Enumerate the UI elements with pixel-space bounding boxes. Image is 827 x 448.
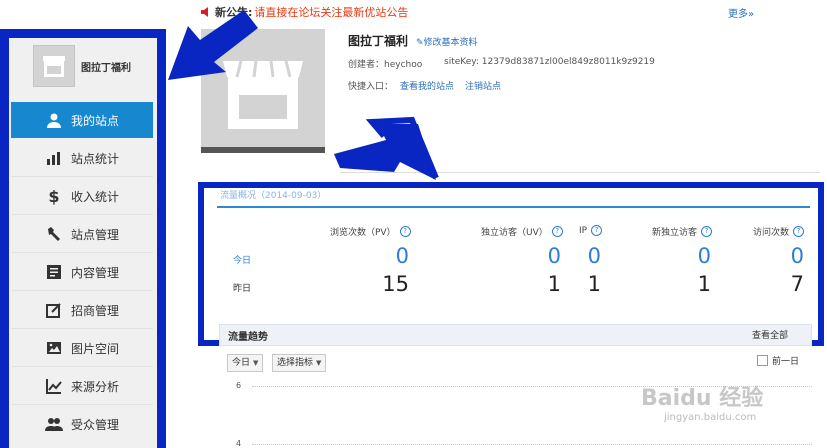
sidebar-site-header: 图拉丁福利 [9, 38, 157, 102]
column-header-visits: 访问次数? [753, 225, 805, 238]
sidebar-item-label: 站点管理 [71, 227, 120, 242]
caret-down-icon: ▼ [316, 359, 322, 367]
metric-select[interactable]: 选择指标 ▼ [272, 354, 327, 372]
watermark-logo: Baidu 经验 [641, 386, 764, 411]
help-icon[interactable]: ? [591, 225, 603, 236]
sidebar-item-audience-management[interactable]: 受众管理 [11, 406, 153, 442]
help-icon[interactable]: ? [701, 226, 713, 237]
shortcut-label: 快捷入口： [348, 82, 394, 92]
sidebar-item-ads-management[interactable]: 招商管理 [11, 292, 153, 329]
wrench-icon [45, 225, 63, 243]
trend-header [219, 324, 812, 346]
sidebar-item-income-stats[interactable]: $ 收入统计 [11, 178, 153, 215]
stats-top-border [217, 206, 810, 208]
announcement-label: 新公告: [215, 6, 253, 19]
yesterday-pv: 15 [382, 272, 409, 296]
sidebar-item-site-stats[interactable]: 站点统计 [11, 140, 153, 177]
help-icon[interactable]: ? [399, 226, 411, 237]
day-select-value: 今日 [232, 358, 251, 368]
trend-title: 流量趋势 [228, 332, 268, 343]
more-link[interactable]: 更多» [728, 5, 754, 20]
yesterday-new-visitors: 1 [697, 272, 711, 296]
sidebar-site-name: 图拉丁福利 [81, 63, 131, 74]
image-icon [45, 339, 63, 357]
column-header-label: 独立访客（UV） [481, 228, 548, 238]
dollar-icon: $ [48, 186, 60, 206]
store-icon [223, 60, 303, 129]
sitekey-text: siteKey: 12379d83871zl00el849z8011k9z921… [444, 57, 655, 67]
sidebar-item-label: 招商管理 [71, 303, 120, 318]
today-new-visitors: 0 [697, 244, 711, 268]
view-my-site-link[interactable]: 查看我的站点 [400, 79, 454, 92]
trend-line-icon [45, 377, 63, 395]
today-pv: 0 [395, 244, 409, 268]
watermark-url: jingyan.baidu.com [664, 412, 757, 423]
speaker-icon [201, 7, 208, 17]
column-header-label: 访问次数 [753, 228, 790, 238]
pencil-icon: ✎ [416, 38, 424, 48]
prev-day-label: 前一日 [772, 357, 800, 367]
edit-profile-label: 修改基本资料 [423, 38, 478, 48]
sidebar-item-content-management[interactable]: 内容管理 [11, 254, 153, 291]
column-header-label: IP [579, 225, 588, 236]
document-icon [45, 263, 63, 281]
sidebar-item-label: 受众管理 [71, 417, 120, 432]
help-icon[interactable]: ? [793, 226, 805, 237]
view-all-link[interactable]: 查看全部 [752, 328, 788, 341]
checkbox[interactable] [757, 355, 768, 366]
column-header-ip: IP? [579, 225, 603, 236]
sidebar-item-label: 来源分析 [71, 379, 120, 394]
sidebar-item-label: 内容管理 [71, 265, 120, 280]
column-header-label: 新独立访客 [652, 228, 698, 238]
sidebar-item-label: 我的站点 [71, 113, 120, 128]
row-label-today: 今日 [233, 256, 252, 266]
bar-chart-icon [45, 149, 63, 167]
edit-profile-link[interactable]: ✎修改基本资料 [416, 35, 478, 48]
yesterday-visits: 7 [790, 272, 804, 296]
cancel-site-link[interactable]: 注销站点 [465, 79, 501, 92]
user-icon [45, 111, 63, 129]
announcement-text[interactable]: 请直接在论坛关注最新优站公告 [254, 4, 408, 20]
sidebar-annotation-frame: 图拉丁福利 我的站点 站点统计 $ 收入统计 站点管理 内容管理 招商管理 图片… [0, 29, 166, 448]
store-icon [43, 56, 65, 77]
sidebar-item-label: 图片空间 [71, 341, 120, 356]
sidebar-item-site-management[interactable]: 站点管理 [11, 216, 153, 253]
gridline [252, 444, 812, 446]
y-tick: 6 [236, 381, 242, 390]
site-avatar [33, 45, 75, 87]
column-header-uv: 独立访客（UV）? [481, 225, 563, 238]
sidebar: 图拉丁福利 我的站点 站点统计 $ 收入统计 站点管理 内容管理 招商管理 图片… [9, 38, 157, 448]
sidebar-item-label: 站点统计 [71, 151, 120, 166]
creator-text: 创建者：heychoo [348, 60, 423, 70]
row-label-yesterday: 昨日 [233, 284, 252, 294]
today-ip: 0 [587, 244, 601, 268]
day-select[interactable]: 今日 ▼ [227, 354, 264, 372]
sidebar-item-my-sites[interactable]: 我的站点 [11, 102, 153, 138]
site-thumbnail [201, 29, 325, 153]
sidebar-item-label: 收入统计 [71, 189, 120, 204]
sidebar-item-image-space[interactable]: 图片空间 [11, 330, 153, 367]
announcement-bar: 新公告: 请直接在论坛关注最新优站公告 [200, 4, 408, 20]
prev-day-checkbox[interactable]: 前一日 [757, 354, 799, 367]
caret-down-icon: ▼ [253, 359, 259, 367]
site-title: 图拉丁福利 [348, 34, 409, 48]
help-icon[interactable]: ? [551, 226, 563, 237]
column-header-label: 浏览次数（PV） [330, 228, 396, 238]
sidebar-item-source-analysis[interactable]: 来源分析 [11, 368, 153, 405]
column-header-pv: 浏览次数（PV）? [330, 225, 411, 238]
edit-box-icon [45, 301, 63, 319]
column-header-new-visitors: 新独立访客? [652, 225, 713, 238]
y-tick: 4 [236, 439, 242, 448]
users-icon [45, 415, 63, 433]
divider [340, 172, 820, 173]
yesterday-ip: 1 [587, 272, 601, 296]
today-visits: 0 [790, 244, 804, 268]
metric-select-value: 选择指标 [277, 358, 314, 368]
